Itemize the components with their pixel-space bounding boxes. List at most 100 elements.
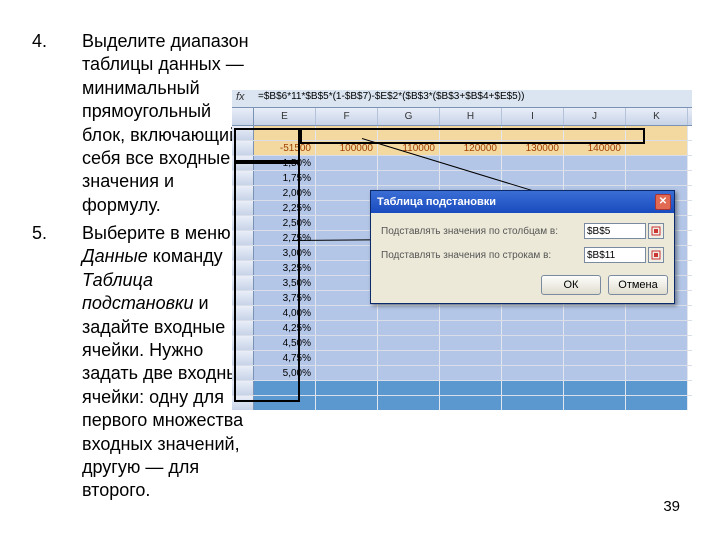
dialog-titlebar[interactable]: Таблица подстановки ✕	[371, 191, 674, 213]
cell	[626, 381, 688, 395]
cell	[316, 246, 378, 260]
page-number: 39	[663, 498, 680, 515]
cell	[626, 351, 688, 365]
cell	[316, 231, 378, 245]
cell	[502, 336, 564, 350]
cell	[626, 396, 688, 410]
cell	[626, 156, 688, 170]
col-header: F	[316, 108, 378, 125]
cell	[502, 366, 564, 380]
cell	[502, 126, 564, 140]
cell	[626, 171, 688, 185]
cell	[378, 171, 440, 185]
cell	[502, 171, 564, 185]
table-row	[232, 396, 692, 410]
col-header: K	[626, 108, 688, 125]
cell: -51500	[254, 141, 316, 155]
cell	[316, 156, 378, 170]
row-header	[232, 366, 254, 380]
cell	[626, 306, 688, 320]
cell	[440, 366, 502, 380]
cell	[502, 156, 564, 170]
table-row: 1,75%	[232, 171, 692, 186]
formula-text: =$B$6*11*$B$5*(1-$B$7)-$E$2*($B$3*($B$3+…	[258, 91, 688, 102]
row-header	[232, 351, 254, 365]
cell: 4,75%	[254, 351, 316, 365]
row-header	[232, 291, 254, 305]
cell	[316, 276, 378, 290]
cell	[440, 351, 502, 365]
cell	[378, 381, 440, 395]
cell	[440, 381, 502, 395]
cell	[626, 141, 688, 155]
cell	[440, 306, 502, 320]
range-picker-icon[interactable]	[648, 223, 664, 239]
table-row: -51500100000110000120000130000140000	[232, 141, 692, 156]
table-row: 1,50%	[232, 156, 692, 171]
cell: 2,25%	[254, 201, 316, 215]
cell	[564, 126, 626, 140]
cell	[378, 396, 440, 410]
cell	[378, 336, 440, 350]
cell	[316, 351, 378, 365]
row-header	[232, 126, 254, 140]
cell	[254, 126, 316, 140]
cell	[316, 396, 378, 410]
cell	[440, 396, 502, 410]
row-header	[232, 306, 254, 320]
cancel-button[interactable]: Отмена	[608, 275, 668, 295]
cell: 2,75%	[254, 231, 316, 245]
cell	[502, 381, 564, 395]
cell	[316, 216, 378, 230]
table-row	[232, 381, 692, 396]
cell: 110000	[378, 141, 440, 155]
range-picker-icon[interactable]	[648, 247, 664, 263]
cell: 3,25%	[254, 261, 316, 275]
cell	[626, 321, 688, 335]
cell	[564, 171, 626, 185]
cell	[564, 156, 626, 170]
row-header	[232, 276, 254, 290]
cell: 3,75%	[254, 291, 316, 305]
cell: 4,50%	[254, 336, 316, 350]
dialog-row-input[interactable]: $B$11	[584, 247, 646, 263]
cell	[378, 306, 440, 320]
cell: 5,00%	[254, 366, 316, 380]
cell	[564, 306, 626, 320]
cell	[316, 126, 378, 140]
cell	[564, 381, 626, 395]
cell	[378, 351, 440, 365]
table-row: 4,25%	[232, 321, 692, 336]
ok-button[interactable]: ОК	[541, 275, 601, 295]
dialog-col-input[interactable]: $B$5	[584, 223, 646, 239]
cell: 4,25%	[254, 321, 316, 335]
dialog-title-text: Таблица подстановки	[377, 196, 496, 208]
col-header: H	[440, 108, 502, 125]
spreadsheet-screenshot: fx =$B$6*11*$B$5*(1-$B$7)-$E$2*($B$3*($B…	[232, 90, 692, 410]
row-header	[232, 201, 254, 215]
cell	[254, 381, 316, 395]
cell	[564, 366, 626, 380]
cell: 3,50%	[254, 276, 316, 290]
cell	[440, 336, 502, 350]
cell	[564, 351, 626, 365]
col-header: E	[254, 108, 316, 125]
cell: 1,50%	[254, 156, 316, 170]
cell	[626, 336, 688, 350]
row-header	[232, 231, 254, 245]
close-icon[interactable]: ✕	[655, 194, 671, 210]
cell	[316, 306, 378, 320]
formula-bar: fx =$B$6*11*$B$5*(1-$B$7)-$E$2*($B$3*($B…	[232, 90, 692, 108]
row-header	[232, 186, 254, 200]
row-header	[232, 396, 254, 410]
row-header	[232, 171, 254, 185]
cell	[626, 366, 688, 380]
cell: 140000	[564, 141, 626, 155]
row-header	[232, 381, 254, 395]
list-text-5: Выберите в меню Данные команду Таблица п…	[82, 222, 257, 503]
row-header	[232, 156, 254, 170]
data-table-dialog: Таблица подстановки ✕ Подставлять значен…	[370, 190, 675, 304]
cell	[316, 261, 378, 275]
cell	[502, 351, 564, 365]
row-header	[232, 261, 254, 275]
